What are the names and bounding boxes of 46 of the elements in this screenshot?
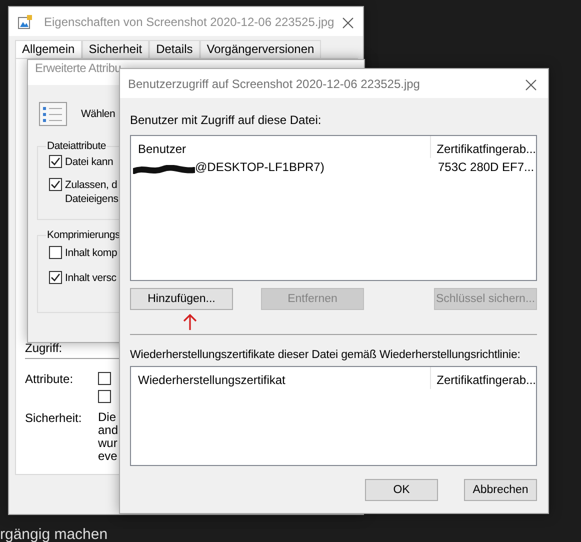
checkbox[interactable]: [98, 372, 111, 385]
button[interactable]: Abbrechen: [464, 479, 537, 501]
column-header[interactable]: Zertifikatfingerab...: [436, 142, 536, 156]
description-text: Die: [98, 411, 118, 424]
image-file-icon: [17, 14, 33, 30]
table-cell: @DESKTOP-LF1BPR7): [195, 160, 324, 174]
checkbox[interactable]: [49, 178, 62, 191]
option-label: Inhalt versc: [65, 271, 116, 285]
tab[interactable]: Allgemein: [15, 40, 82, 58]
column-header[interactable]: Benutzer: [138, 142, 186, 156]
ok-button[interactable]: OK: [365, 479, 438, 501]
checkbox[interactable]: [49, 246, 62, 259]
checklist-icon: [39, 102, 67, 126]
option-label: Zulassen, d: [65, 178, 118, 192]
tab[interactable]: Vorgängerversionen: [200, 40, 322, 58]
section-label: Benutzer mit Zugriff auf diese Datei:: [130, 113, 322, 127]
option-label: Dateieigens: [65, 192, 118, 206]
tab[interactable]: Sicherheit: [82, 40, 150, 58]
table-cell: 753C 280D EF7...: [438, 160, 534, 174]
close-icon[interactable]: [342, 16, 354, 28]
intro-text: Wählen: [81, 107, 116, 121]
window-title: Eigenschaften von Screenshot 2020-12-06 223525.jpg: [44, 14, 334, 28]
description-text: and: [98, 424, 118, 437]
description-text: eve: [98, 450, 118, 463]
section-label: Wiederherstellungszertifikate dieser Datei gemäß Wiederherstellungsrichtlinie:: [130, 348, 522, 362]
field-label: Attribute:: [25, 372, 74, 386]
list-view[interactable]: Wiederherstellungszertifikat Zertifikatfingerab...: [130, 366, 537, 466]
column-header[interactable]: Zertifikatfingerab...: [436, 373, 536, 387]
button[interactable]: Hinzufügen...: [130, 288, 233, 310]
window-title: Erweiterte Attribu: [35, 61, 121, 75]
background-text: rgängig machen: [0, 526, 108, 542]
option-label: Inhalt komp: [65, 246, 118, 260]
annotation-arrow-icon: [182, 314, 198, 330]
field-label: Zugriff:: [25, 341, 62, 355]
field-label: Sicherheit:: [25, 411, 82, 425]
checkbox[interactable]: [98, 390, 111, 403]
group-title: Komprimierungs: [46, 228, 121, 242]
list-view[interactable]: Benutzer Zertifikatfingerab... @DESKTOP-LF1BPR7) 753C 280D EF7...: [130, 135, 537, 281]
checkbox[interactable]: [49, 155, 62, 168]
window-title: Benutzerzugriff auf Screenshot 2020-12-06 223525.jpg: [128, 76, 420, 90]
option-label: Datei kann: [65, 155, 114, 169]
column-header[interactable]: Wiederherstellungszertifikat: [138, 373, 286, 387]
description-text: wur: [98, 437, 118, 450]
close-icon[interactable]: [525, 78, 537, 90]
checkbox[interactable]: [49, 271, 62, 284]
tab[interactable]: Details: [149, 40, 200, 58]
